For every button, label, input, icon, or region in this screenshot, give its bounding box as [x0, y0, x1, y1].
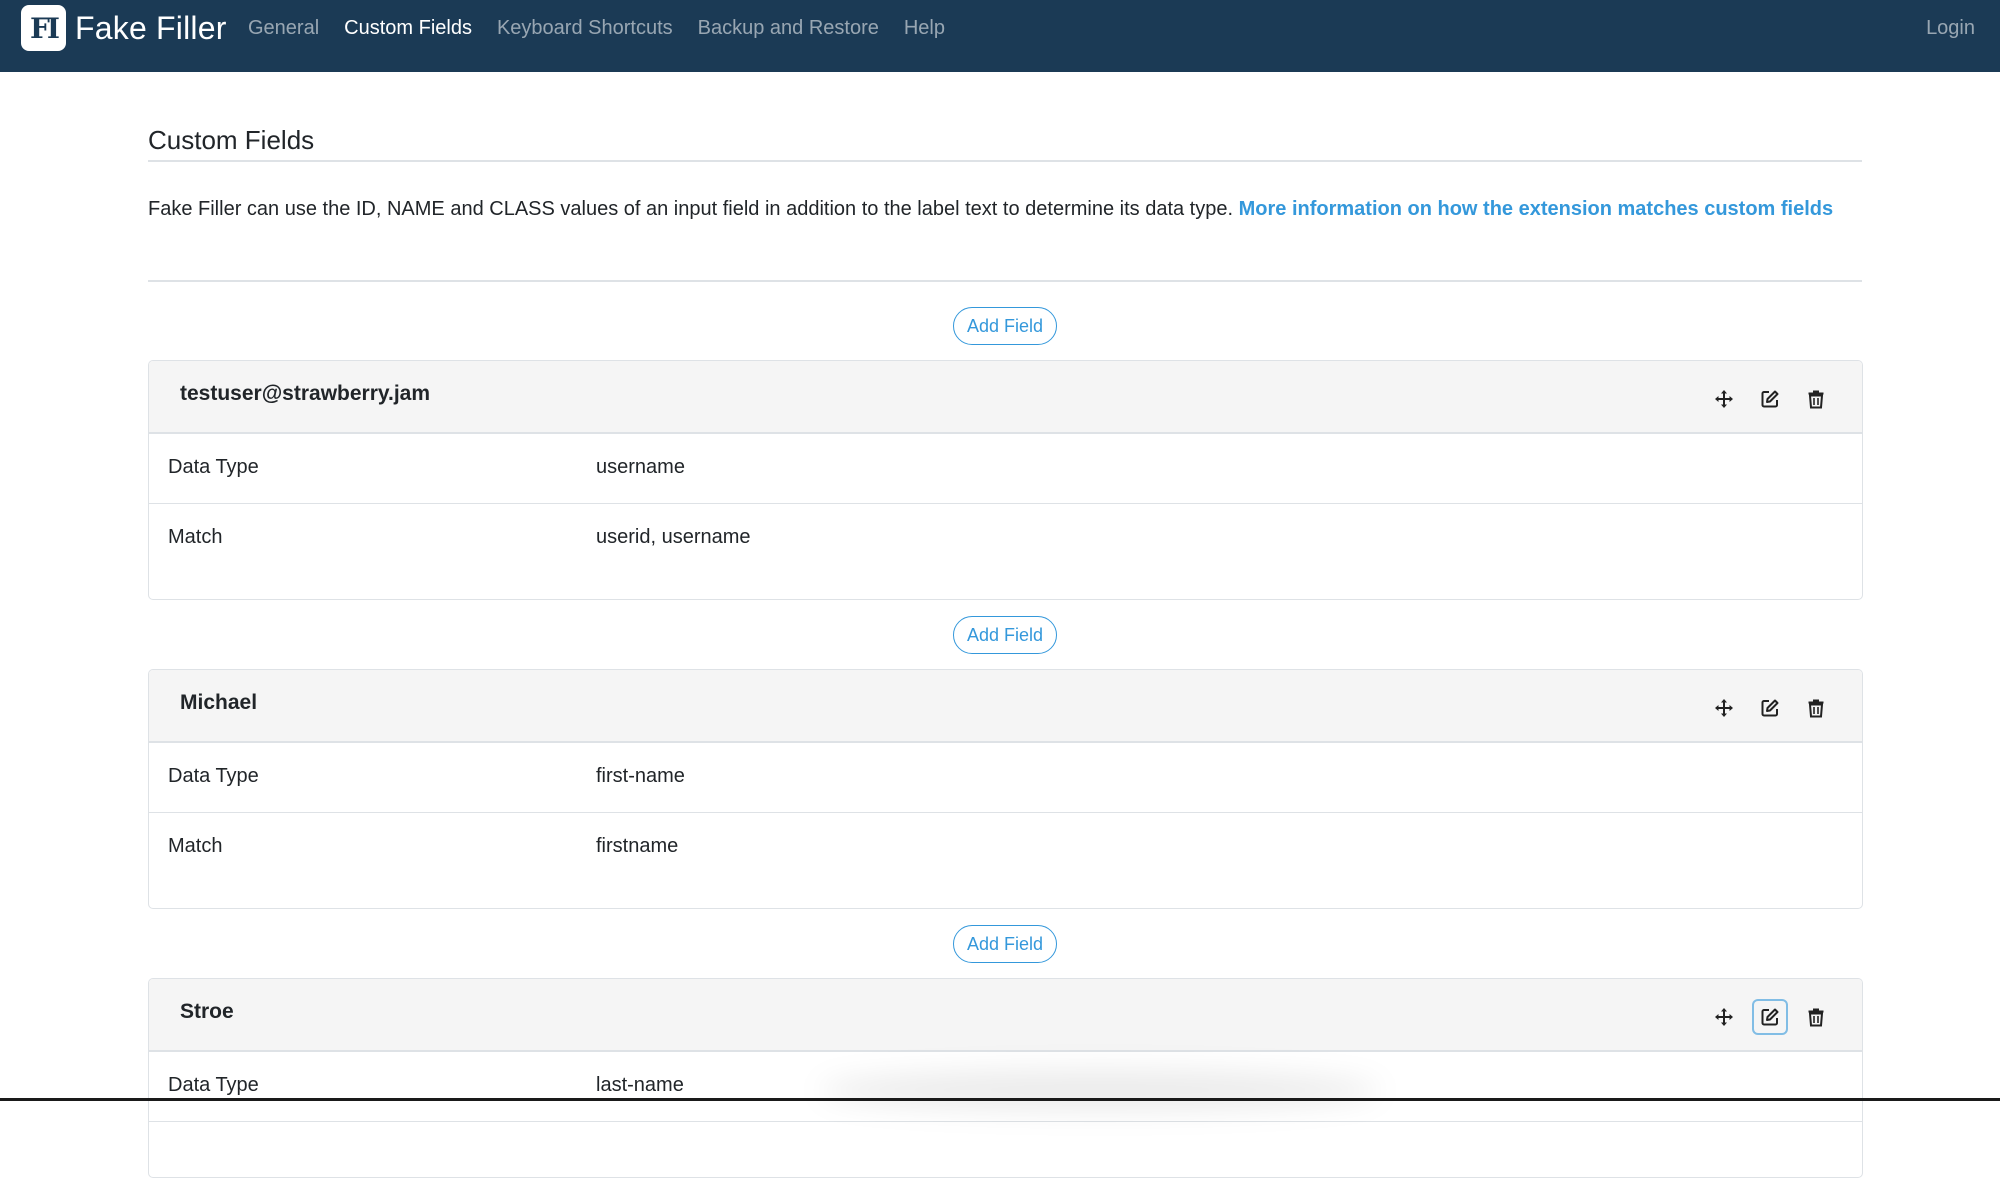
card-header: testuser@strawberry.jam	[149, 361, 1862, 434]
data-type-label: Data Type	[168, 456, 259, 478]
page-title: Custom Fields	[148, 125, 315, 155]
match-row: Match firstname	[149, 813, 1862, 887]
data-type-value: first-name	[596, 765, 685, 787]
data-type-row: Data Type first-name	[149, 743, 1862, 813]
trash-icon[interactable]	[1800, 1001, 1832, 1033]
move-arrows-icon[interactable]	[1708, 1001, 1740, 1033]
card-actions	[1694, 383, 1832, 415]
card-header: Stroe	[149, 979, 1862, 1052]
brand-name: Fake Filler	[75, 10, 227, 46]
field-name: Michael	[180, 691, 258, 714]
match-row: Match userid, username	[149, 504, 1862, 578]
add-field-button[interactable]: Add Field	[952, 307, 1058, 345]
data-type-label: Data Type	[168, 765, 259, 787]
match-label: Match	[168, 526, 223, 548]
scroll-shadow	[820, 1070, 1380, 1110]
more-information-link[interactable]: More information on how the extension ma…	[1239, 198, 1834, 220]
edit-pencil-icon[interactable]	[1754, 383, 1786, 415]
intro-text: Fake Filler can use the ID, NAME and CLA…	[148, 198, 1239, 220]
data-type-value: last-name	[596, 1074, 684, 1096]
add-field-button[interactable]: Add Field	[952, 925, 1058, 963]
custom-field-card: Michael Data Type first-name Match first…	[148, 669, 1863, 909]
custom-field-card: testuser@strawberry.jam Data Type userna…	[148, 360, 1863, 600]
trash-icon[interactable]	[1800, 383, 1832, 415]
move-arrows-icon[interactable]	[1708, 692, 1740, 724]
nav-link-help[interactable]: Help	[904, 10, 945, 46]
edit-pencil-icon[interactable]	[1754, 692, 1786, 724]
nav-links: General Custom Fields Keyboard Shortcuts…	[248, 10, 970, 46]
login-link[interactable]: Login	[1926, 10, 1975, 46]
nav-link-keyboard-shortcuts[interactable]: Keyboard Shortcuts	[497, 10, 673, 46]
title-divider	[148, 160, 1862, 162]
field-name: testuser@strawberry.jam	[180, 382, 431, 405]
intro-divider	[148, 280, 1862, 282]
nav-link-backup-restore[interactable]: Backup and Restore	[698, 10, 879, 46]
move-arrows-icon[interactable]	[1708, 383, 1740, 415]
nav-link-custom-fields[interactable]: Custom Fields	[344, 10, 472, 46]
data-type-row: Data Type username	[149, 434, 1862, 504]
data-type-value: username	[596, 456, 685, 478]
fake-filler-logo-icon: FI	[21, 5, 66, 51]
edit-pencil-icon[interactable]	[1754, 1001, 1786, 1033]
match-label: Match	[168, 835, 223, 857]
card-header: Michael	[149, 670, 1862, 743]
trash-icon[interactable]	[1800, 692, 1832, 724]
brand-link[interactable]: FI Fake Filler	[21, 5, 227, 51]
match-value: firstname	[596, 835, 679, 857]
nav-link-general[interactable]: General	[248, 10, 319, 46]
card-actions	[1694, 692, 1832, 724]
add-field-button[interactable]: Add Field	[952, 616, 1058, 654]
add-field-row: Add Field	[148, 925, 1862, 963]
top-navbar: FI Fake Filler General Custom Fields Key…	[0, 0, 2000, 72]
intro-paragraph: Fake Filler can use the ID, NAME and CLA…	[148, 194, 1862, 225]
add-field-row: Add Field	[148, 616, 1862, 654]
match-value: userid, username	[596, 526, 751, 548]
card-actions	[1694, 1001, 1832, 1033]
data-type-label: Data Type	[168, 1074, 259, 1096]
add-field-row: Add Field	[148, 307, 1862, 345]
field-name: Stroe	[180, 1000, 234, 1023]
